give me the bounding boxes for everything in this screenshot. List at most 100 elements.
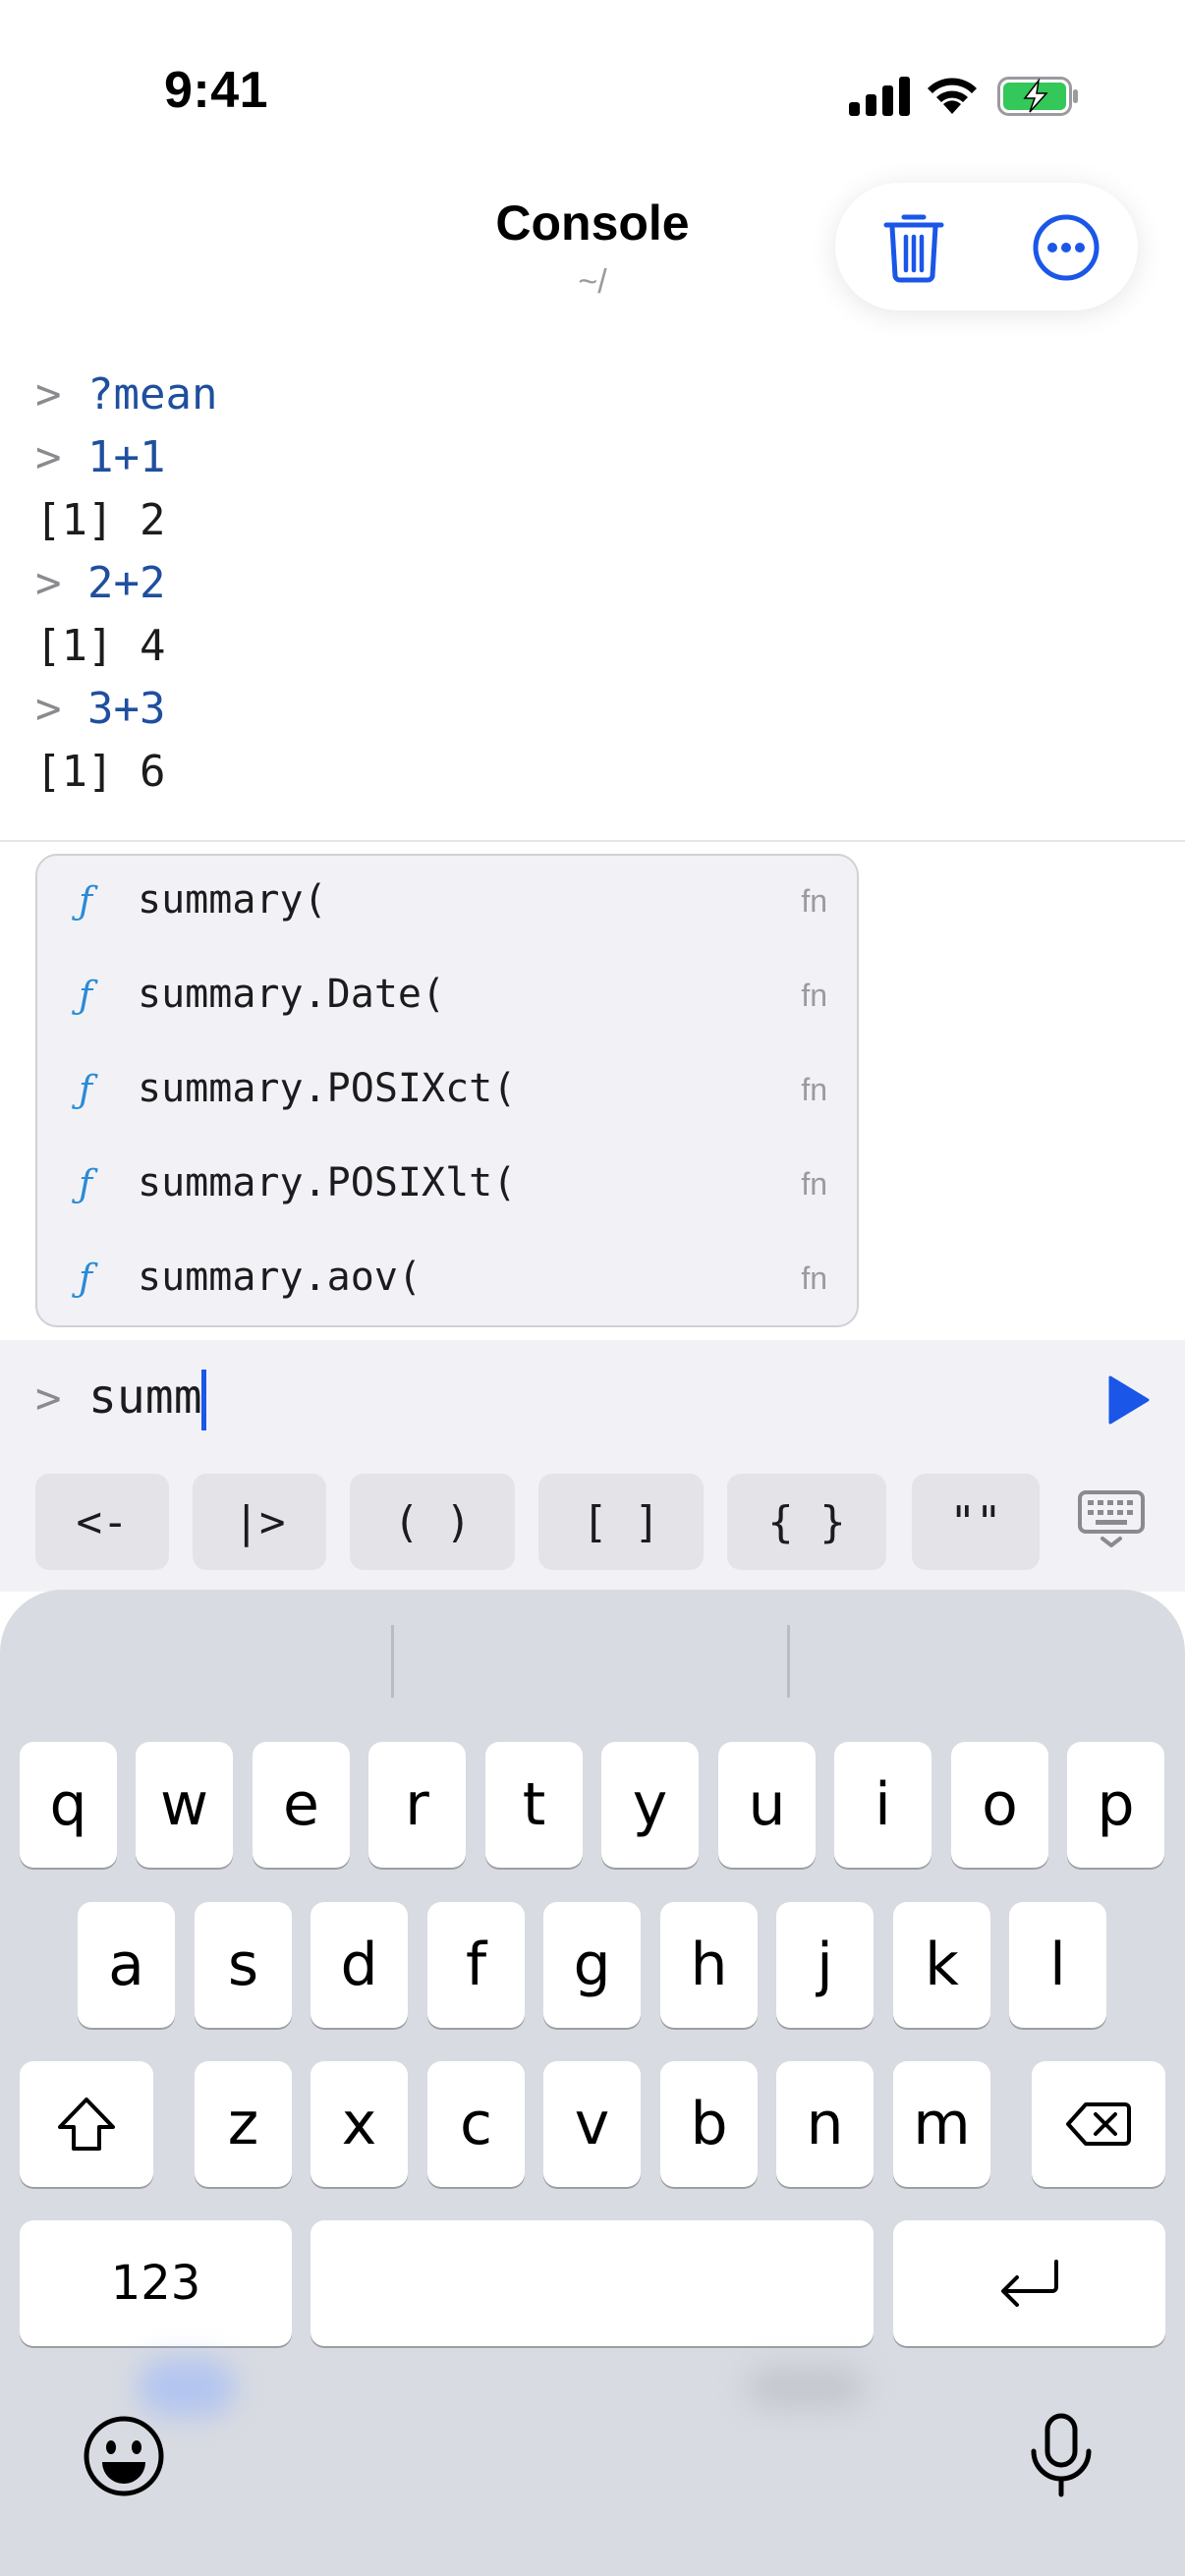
autocomplete-kind: fn [801,1166,827,1202]
key-b[interactable]: b [660,2061,758,2187]
status-bar: 9:41 [0,0,1185,187]
blurred-background [138,2358,236,2417]
key-u[interactable]: u [718,1742,816,1868]
autocomplete-popup: ƒ summary( fn ƒ summary.Date( fn ƒ summa… [35,854,859,1327]
key-y[interactable]: y [601,1742,699,1868]
delete-backward-icon [1066,2102,1131,2146]
console-command: 1+1 [87,432,166,482]
console-line: > 1+1 [35,426,1146,489]
key-h[interactable]: h [660,1902,758,2028]
key-m[interactable]: m [893,2061,990,2187]
status-time: 9:41 [164,62,269,119]
run-button[interactable] [1108,1375,1150,1425]
key-e[interactable]: e [253,1742,350,1868]
console-command: 2+2 [87,558,166,608]
key-t[interactable]: t [485,1742,583,1868]
key-d[interactable]: d [310,1902,408,2028]
console-command: 3+3 [87,684,166,734]
autocomplete-item[interactable]: ƒ summary.POSIXct( fn [37,1044,857,1139]
function-icon: ƒ [79,974,93,1017]
autocomplete-item[interactable]: ƒ summary.Date( fn [37,950,857,1044]
autocomplete-item[interactable]: ƒ summary.aov( fn [37,1233,857,1327]
console-output: > ?mean > 1+1 [1] 2 > 2+2 [1] 4 > 3+3 [1… [35,364,1146,804]
console-line: > ?mean [35,364,1146,426]
key-f[interactable]: f [427,1902,525,2028]
return-icon [1000,2260,1058,2307]
key-a[interactable]: a [78,1902,175,2028]
keyboard-dismiss-icon[interactable] [1077,1489,1146,1548]
battery-charging-icon [997,77,1078,116]
console-line: > 2+2 [35,552,1146,615]
shortcut-bar: <- |> ( ) [ ] { } "" [0,1474,1185,1574]
autocomplete-item[interactable]: ƒ summary( fn [37,856,857,950]
autocomplete-label: summary.POSIXct( [138,1066,517,1111]
shift-icon [58,2098,115,2151]
key-z[interactable]: z [195,2061,292,2187]
console-prompt: > [35,432,62,482]
shortcut-pipe-button[interactable]: |> [193,1474,326,1570]
autocomplete-kind: fn [801,1260,827,1296]
key-w[interactable]: w [136,1742,233,1868]
blurred-background [747,2368,865,2407]
text-caret [201,1370,206,1430]
key-j[interactable]: j [776,1902,874,2028]
console-line: > 3+3 [35,678,1146,741]
key-l[interactable]: l [1009,1902,1106,2028]
key-n[interactable]: n [776,2061,874,2187]
key-v[interactable]: v [543,2061,641,2187]
console-result: [1] 2 [35,495,166,545]
console-command: ?mean [87,369,218,420]
key-o[interactable]: o [951,1742,1048,1868]
wifi-icon [928,78,977,114]
autocomplete-kind: fn [801,1072,827,1107]
key-x[interactable]: x [310,2061,408,2187]
autocomplete-label: summary.Date( [138,972,446,1017]
autocomplete-kind: fn [801,978,827,1013]
function-icon: ƒ [79,1162,93,1205]
shift-key[interactable] [20,2061,153,2187]
autocomplete-kind: fn [801,883,827,919]
key-p[interactable]: p [1067,1742,1164,1868]
shortcut-brackets-button[interactable]: [ ] [538,1474,704,1570]
key-c[interactable]: c [427,2061,525,2187]
function-icon: ƒ [79,1068,93,1111]
console-prompt: > [35,684,62,734]
function-icon: ƒ [79,1257,93,1300]
shortcut-parens-button[interactable]: ( ) [350,1474,515,1570]
delete-key[interactable] [1032,2061,1165,2187]
console-prompt: > [35,558,62,608]
key-r[interactable]: r [368,1742,466,1868]
key-s[interactable]: s [195,1902,292,2028]
console-prompt: > [35,369,62,420]
shortcut-braces-button[interactable]: { } [727,1474,886,1570]
more-icon [1033,214,1100,281]
console-result: [1] 6 [35,747,166,797]
autocomplete-label: summary( [138,877,327,923]
cellular-signal-icon [849,77,910,116]
suggestion-divider [787,1625,790,1698]
autocomplete-item[interactable]: ƒ summary.POSIXlt( fn [37,1139,857,1233]
autocomplete-label: summary.aov( [138,1255,422,1300]
numbers-key[interactable]: 123 [20,2220,292,2346]
header-actions [835,183,1138,310]
more-button[interactable] [1027,208,1105,287]
space-key[interactable] [310,2220,874,2346]
clear-console-button[interactable] [875,208,953,287]
divider [0,840,1185,842]
return-key[interactable] [893,2220,1165,2346]
suggestion-divider [391,1625,394,1698]
command-input[interactable]: summ [88,1370,202,1425]
trash-icon [883,214,944,283]
shortcut-quotes-button[interactable]: "" [912,1474,1040,1570]
key-g[interactable]: g [543,1902,641,2028]
input-prompt: > [35,1373,62,1424]
key-q[interactable]: q [20,1742,117,1868]
console-result: [1] 4 [35,621,166,671]
shortcut-assign-button[interactable]: <- [35,1474,169,1570]
key-k[interactable]: k [893,1902,990,2028]
autocomplete-label: summary.POSIXlt( [138,1160,517,1205]
key-i[interactable]: i [834,1742,931,1868]
microphone-icon[interactable] [1026,2412,1097,2500]
emoji-icon[interactable] [83,2415,165,2497]
function-icon: ƒ [79,879,93,923]
